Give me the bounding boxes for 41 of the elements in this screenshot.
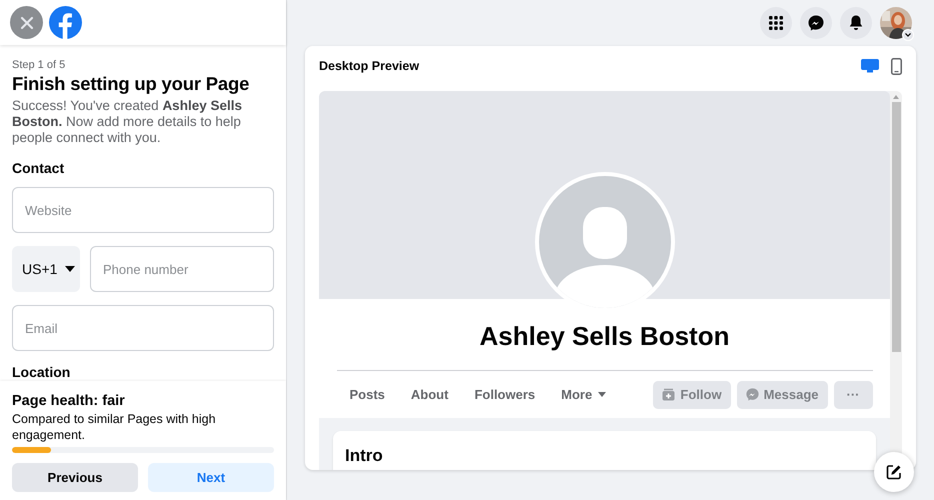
notifications-button[interactable] <box>840 7 872 39</box>
grid-icon <box>769 16 783 30</box>
messenger-icon <box>746 388 759 401</box>
preview-title: Desktop Preview <box>319 58 420 75</box>
intro-heading: Intro <box>345 445 384 467</box>
logo-icon[interactable] <box>49 6 82 39</box>
scrollbar-thumb[interactable] <box>892 102 900 352</box>
close-button[interactable] <box>10 6 43 39</box>
next-button[interactable]: Next <box>148 463 274 492</box>
previous-button[interactable]: Previous <box>12 463 138 492</box>
chevron-icon <box>905 33 911 37</box>
page-name: Ashley Sells Boston <box>480 320 730 353</box>
mobile-toggle[interactable] <box>891 58 902 74</box>
section-heading: Location <box>12 363 72 381</box>
desktop-toggle[interactable] <box>861 59 879 73</box>
page-title: Finish setting up your Page <box>12 72 250 96</box>
compose-button[interactable] <box>874 452 914 492</box>
messenger-icon <box>808 15 824 31</box>
phone-field[interactable]: Phone number <box>90 246 274 292</box>
edit-icon <box>886 464 902 480</box>
intro-text: Success! You've created Ashley Sells Boston. Now add more details to help people connect with you. <box>12 98 243 146</box>
page-tab[interactable]: Posts <box>336 376 398 412</box>
input-field[interactable]: Website <box>12 187 274 233</box>
follow-icon <box>662 388 676 401</box>
country-dropdown[interactable]: US+1 <box>12 246 80 292</box>
caret-icon <box>65 266 76 272</box>
messenger-button[interactable] <box>800 7 832 39</box>
dropdown-badge[interactable] <box>902 29 914 41</box>
menu-button[interactable] <box>760 7 792 39</box>
section-heading: Contact <box>12 159 66 178</box>
health-description: Compared to similar Pages with high engagement. <box>12 411 217 443</box>
close-icon <box>20 16 34 30</box>
health-title: Page health: fair <box>12 393 126 410</box>
bell-icon <box>849 15 863 31</box>
monitor-icon <box>861 59 879 73</box>
page-tab[interactable]: More <box>548 376 620 412</box>
input-field[interactable]: Email <box>12 305 274 351</box>
phone-icon <box>891 58 902 74</box>
page-tab[interactable]: Followers <box>461 376 548 412</box>
page-tab[interactable]: About <box>398 376 462 412</box>
step-label: Step 1 of 5 <box>12 59 66 72</box>
